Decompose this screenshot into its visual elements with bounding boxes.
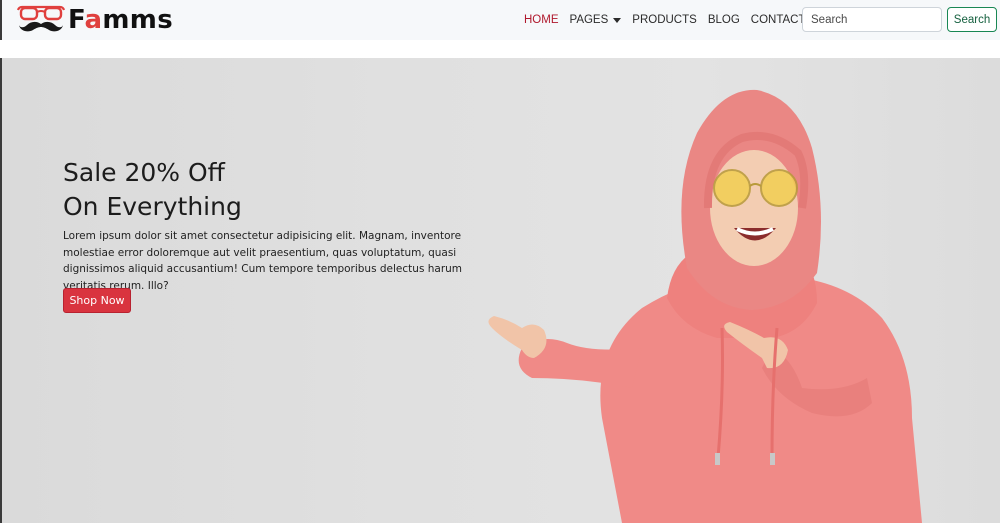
glasses-mustache-icon [16, 5, 66, 32]
hero-model-image [488, 89, 922, 523]
hero-text: Sale 20% Off On Everything Lorem ipsum d… [63, 156, 493, 294]
brand[interactable]: Famms [16, 4, 173, 36]
nav-links: HOME PAGES PRODUCTS BLOG CONTACT [524, 0, 836, 40]
hero-title-line2: On Everything [63, 192, 242, 221]
nav-pages-label: PAGES [569, 14, 609, 26]
nav-products[interactable]: PRODUCTS [632, 14, 697, 26]
hero-title-line1: Sale 20% Off [63, 158, 225, 187]
hero-description: Lorem ipsum dolor sit amet consectetur a… [63, 230, 463, 292]
nav-contact[interactable]: CONTACT [751, 14, 806, 26]
nav-pages-dropdown[interactable]: PAGES [570, 14, 622, 26]
hero-title: Sale 20% Off On Everything [63, 156, 493, 224]
shop-now-button[interactable]: Shop Now [63, 288, 131, 313]
hero-banner: Sale 20% Off On Everything Lorem ipsum d… [0, 58, 1000, 523]
brand-name: Famms [68, 5, 173, 35]
search-input[interactable] [802, 7, 942, 32]
navbar: Famms HOME PAGES PRODUCTS BLOG CONTACT S… [0, 0, 1000, 40]
nav-blog[interactable]: BLOG [708, 14, 740, 26]
caret-down-icon [613, 17, 622, 23]
nav-home[interactable]: HOME [524, 14, 559, 26]
search-button[interactable]: Search [947, 7, 997, 32]
